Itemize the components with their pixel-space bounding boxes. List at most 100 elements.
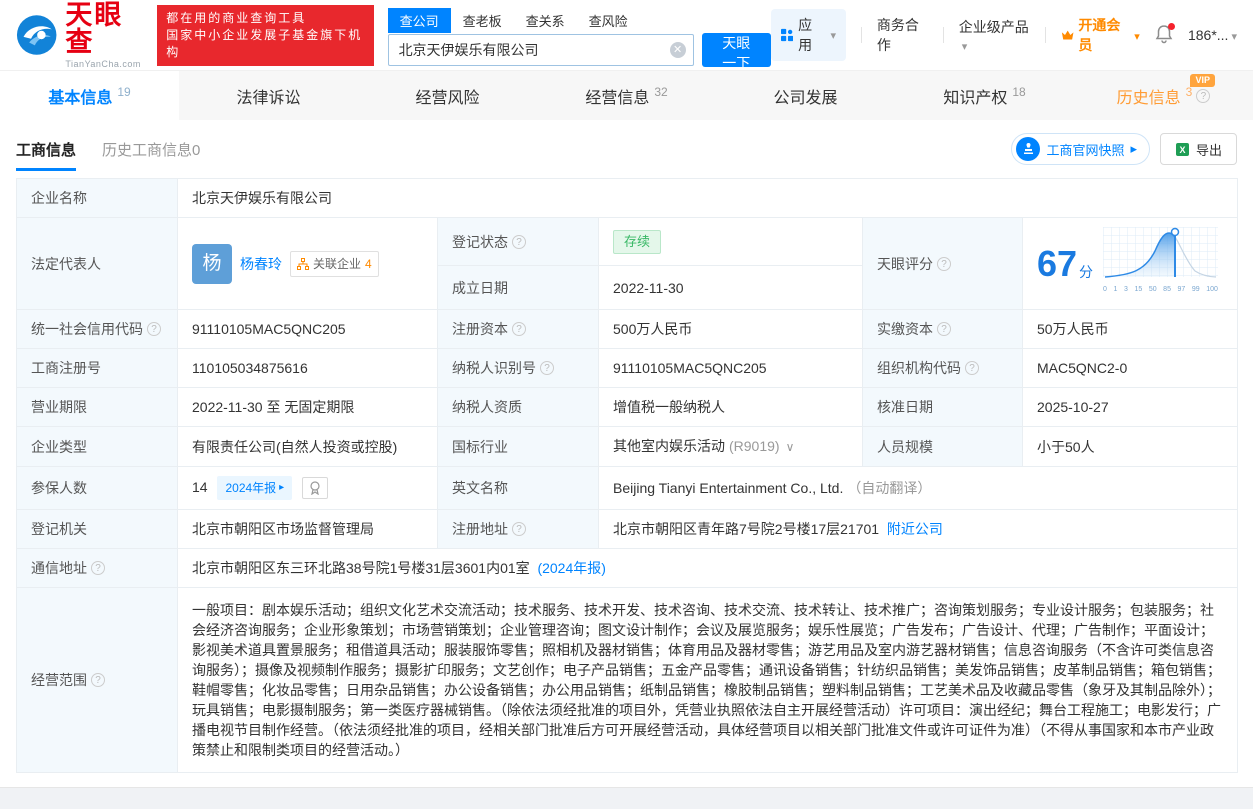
field-label-company-type: 企业类型 [17,427,178,467]
field-label-taxpayer-quality: 纳税人资质 [438,388,599,427]
apps-label: 应用 [798,15,822,55]
table-row: 经营范围 一般项目：剧本娱乐活动；组织文化艺术交流活动；技术服务、技术开发、技术… [17,588,1238,773]
field-label-paid-capital: 实缴资本 [863,310,1023,349]
crown-icon [1061,29,1074,42]
field-value-reg-address: 北京市朝阳区青年路7号院2号楼17层21701 附近公司 [599,510,1238,549]
clear-icon[interactable] [670,42,686,58]
nav-separator [943,27,944,43]
field-label-org-code: 组织机构代码 [863,349,1023,388]
annual-report-badge[interactable]: 2024年报 [217,476,292,500]
field-value-industry: 其他室内娱乐活动(R9019) [599,427,863,467]
field-value-credit-code: 91110105MAC5QNC205 [178,310,438,349]
tab-basic-info[interactable]: 基本信息 19 [0,71,179,120]
chevron-down-icon[interactable] [780,438,795,454]
nav-enterprise-products[interactable]: 企业级产品 [959,17,1030,53]
table-row: 通信地址 北京市朝阳区东三环北路38号院1号楼31层3601内01室 (2024… [17,549,1238,588]
tab-label: 基本信息 [48,84,112,108]
logo-subtext: TianYanCha.com [65,60,147,69]
search-tab-boss[interactable]: 查老板 [451,8,514,33]
field-value-company-name: 北京天伊娱乐有限公司 [178,179,1238,218]
help-icon[interactable] [91,561,105,575]
tianyancha-logo-icon [16,13,57,57]
field-label-company-name: 企业名称 [17,179,178,218]
help-icon[interactable] [91,673,105,687]
tab-count: 32 [654,85,667,99]
avatar[interactable]: 杨 [192,244,232,284]
grid-icon [781,28,793,42]
help-icon[interactable] [937,257,951,271]
table-row: 法定代表人 杨 杨春玲 关联企业 4 [17,218,1238,266]
field-value-reg-status: 存续 [599,218,863,266]
table-row: 工商注册号 110105034875616 纳税人识别号 91110105MAC… [17,349,1238,388]
auto-translate-note: （自动翻译） [847,480,931,496]
tab-count: 19 [117,85,130,99]
org-chart-icon [297,258,309,270]
tab-company-development[interactable]: 公司发展 [716,71,895,120]
help-icon[interactable] [937,322,951,336]
medal-icon[interactable] [302,477,328,499]
slogan-line1: 都在用的商业查询工具 [166,10,364,27]
annual-report-link[interactable]: (2024年报) [537,560,605,576]
subtab-history-business-info[interactable]: 历史工商信息0 [102,139,200,160]
vip-upgrade-link[interactable]: 开通会员 [1061,15,1140,55]
svg-text:X: X [1179,145,1185,155]
apps-menu[interactable]: 应用 [771,9,846,61]
field-value-tianyan-score[interactable]: 67分 [1023,218,1238,310]
table-row: 企业名称 北京天伊娱乐有限公司 [17,179,1238,218]
tab-operation-info[interactable]: 经营信息 32 [537,71,716,120]
search-tab-relation[interactable]: 查关系 [514,8,577,33]
tab-legal-proceedings[interactable]: 法律诉讼 [179,71,358,120]
tab-history-info[interactable]: VIP 历史信息 3 [1074,71,1253,120]
subtab-business-info[interactable]: 工商信息 [16,139,76,160]
field-label-reg-capital: 注册资本 [438,310,599,349]
legal-rep-name-link[interactable]: 杨春玲 [240,254,282,274]
tab-label: 经营风险 [415,84,479,108]
field-value-approval-date: 2025-10-27 [1023,388,1238,427]
help-icon[interactable] [147,322,161,336]
field-label-approval-date: 核准日期 [863,388,1023,427]
search-tab-risk[interactable]: 查风险 [577,8,640,33]
search-area: 查公司 查老板 查关系 查风险 天眼一下 [388,8,771,67]
field-value-business-scope: 一般项目：剧本娱乐活动；组织文化艺术交流活动；技术服务、技术开发、技术咨询、技术… [178,588,1238,773]
help-icon[interactable] [965,361,979,375]
nav-separator [1045,27,1046,43]
vip-label: 开通会员 [1078,15,1128,55]
vip-badge: VIP [1190,74,1215,87]
search-button[interactable]: 天眼一下 [702,33,771,67]
logo[interactable]: 天眼查 TianYanCha.com [16,2,147,69]
search-input[interactable] [388,34,694,66]
nearby-companies-link[interactable]: 附近公司 [887,521,943,537]
field-value-staff-size: 小于50人 [1023,427,1238,467]
official-snapshot-button[interactable]: 工商官网快照 [1011,133,1150,165]
field-label-business-scope: 经营范围 [17,588,178,773]
business-info-card: 工商信息 历史工商信息0 工商官网快照 X 导出 [0,120,1253,788]
export-button[interactable]: X 导出 [1160,133,1237,165]
table-row: 企业类型 有限责任公司(自然人投资或控股) 国标行业 其他室内娱乐活动(R901… [17,427,1238,467]
notification-bell-icon[interactable] [1155,25,1173,45]
vip-caret-icon [1132,27,1140,43]
field-label-establish-date: 成立日期 [438,266,599,310]
tab-operation-risk[interactable]: 经营风险 [358,71,537,120]
field-label-english-name: 英文名称 [438,467,599,510]
site-header: 天眼查 TianYanCha.com 都在用的商业查询工具 国家中小企业发展子基… [0,0,1253,70]
tab-label: 法律诉讼 [236,84,300,108]
field-label-insured-count: 参保人数 [17,467,178,510]
related-companies-badge[interactable]: 关联企业 4 [290,251,379,277]
field-label-taxpayer-id: 纳税人识别号 [438,349,599,388]
search-tab-company[interactable]: 查公司 [388,8,451,33]
help-icon[interactable] [540,361,554,375]
help-icon[interactable] [512,522,526,536]
user-account-menu[interactable]: 186*... [1188,27,1237,43]
tab-intellectual-property[interactable]: 知识产权 18 [895,71,1074,120]
field-value-paid-capital: 50万人民币 [1023,310,1238,349]
section-tabs: 基本信息 19 法律诉讼 经营风险 经营信息 32 公司发展 知识产权 18 V… [0,70,1253,120]
arrow-right-icon [1130,141,1137,157]
field-label-reg-authority: 登记机关 [17,510,178,549]
nav-separator [861,27,862,43]
help-icon[interactable] [512,235,526,249]
help-icon[interactable] [1196,89,1210,103]
help-icon[interactable] [512,322,526,336]
tab-count: 18 [1012,85,1025,99]
field-label-industry: 国标行业 [438,427,599,467]
nav-business-coop[interactable]: 商务合作 [877,15,928,55]
